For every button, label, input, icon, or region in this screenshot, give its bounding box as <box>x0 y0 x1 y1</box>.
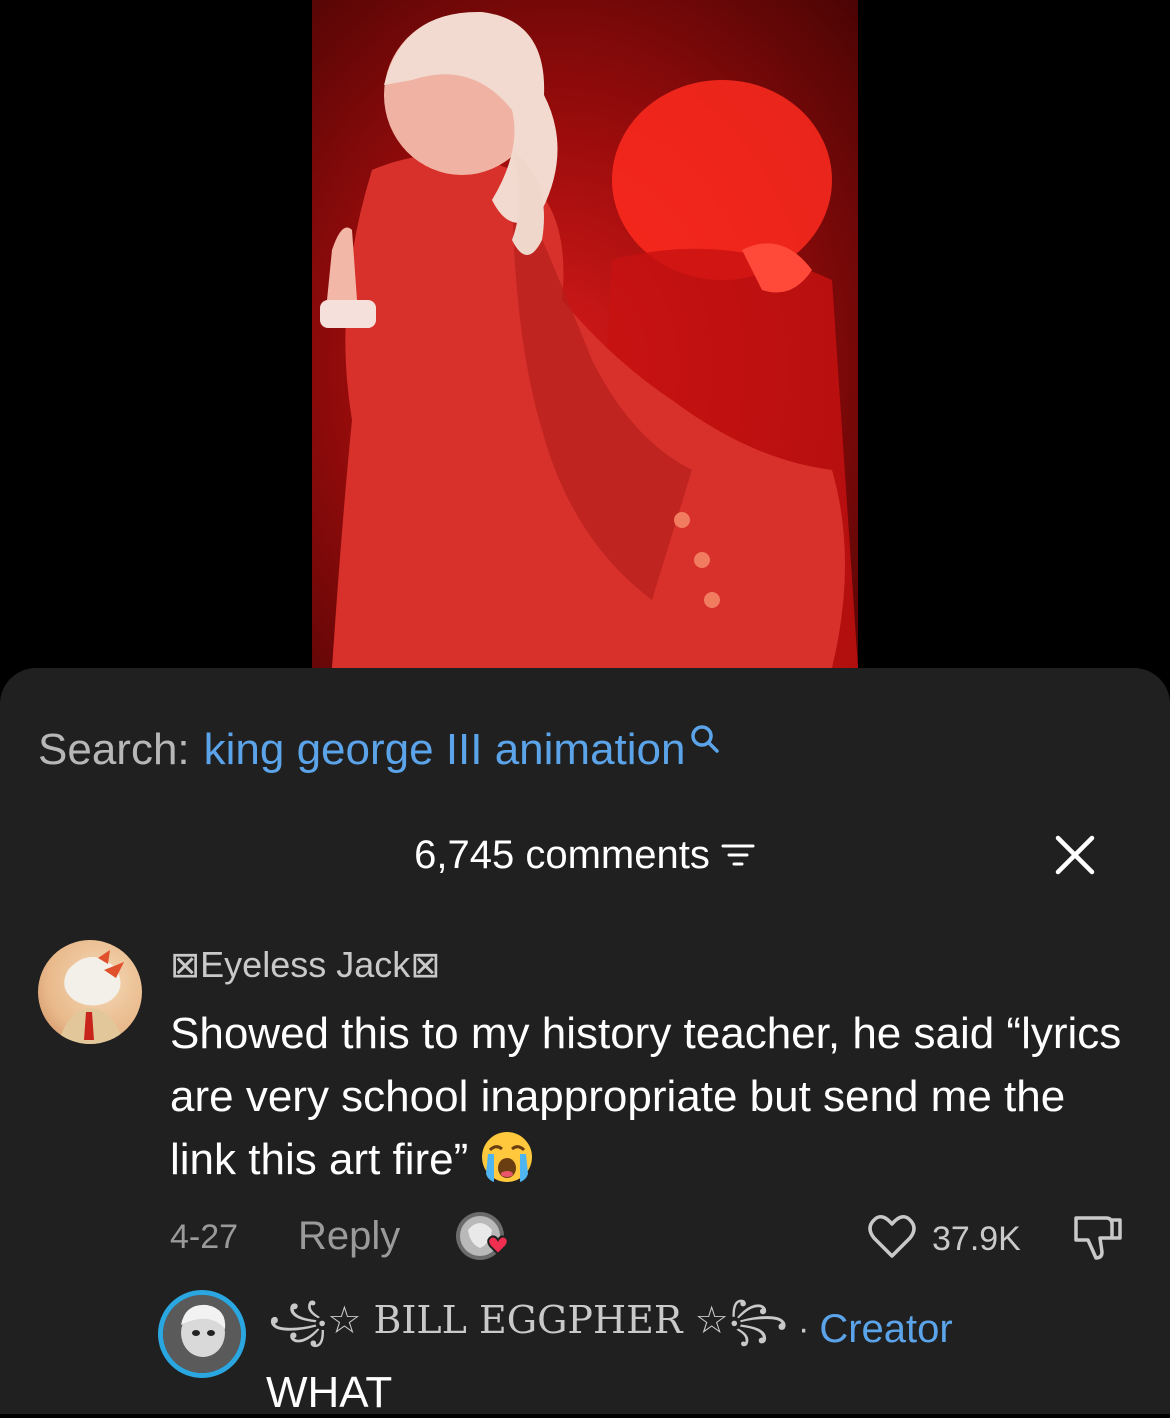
search-icon[interactable] <box>690 715 720 765</box>
search-query-link[interactable]: king george III animation <box>204 725 686 775</box>
comment-text: Showed this to my history teacher, he sa… <box>170 1002 1130 1191</box>
comments-header: 6,745 comments <box>0 830 1170 880</box>
reply-button[interactable]: Reply <box>298 1214 400 1259</box>
video-artwork[interactable] <box>312 0 858 668</box>
reply-username[interactable]: ꧁☆ BILL EGGPHER ☆꧂ <box>268 1290 788 1368</box>
creator-avatar-image <box>163 1295 241 1373</box>
close-icon[interactable] <box>1054 834 1096 876</box>
comments-count: 6,745 comments <box>414 832 710 877</box>
creator-avatar[interactable] <box>158 1290 246 1378</box>
creator-badge: Creator <box>819 1306 953 1351</box>
reply-header: ꧁☆ BILL EGGPHER ☆꧂ · Creator <box>268 1298 953 1354</box>
avatar-image <box>58 950 124 1044</box>
comment-body: Showed this to my history teacher, he sa… <box>170 1009 1122 1184</box>
comment-date: 4-27 <box>170 1218 239 1256</box>
dot-separator: · <box>798 1309 810 1348</box>
creator-liked-icon <box>454 1210 516 1264</box>
like-count: 37.9K <box>932 1220 1021 1258</box>
search-prefix: Search: <box>38 725 190 774</box>
heart-icon[interactable] <box>866 1212 918 1260</box>
comment-username[interactable]: ⊠Eyeless Jack⊠ <box>170 944 440 986</box>
artwork-illustration <box>320 11 858 668</box>
comments-sheet: Search: king george III animation 6,745 … <box>0 668 1170 1417</box>
reply-text: WHAT <box>266 1368 393 1417</box>
video-area[interactable] <box>0 0 1170 670</box>
thumbs-down-icon[interactable] <box>1070 1212 1124 1262</box>
sort-icon[interactable] <box>720 841 756 874</box>
search-suggestion[interactable]: Search: king george III animation <box>38 720 720 780</box>
avatar[interactable] <box>38 940 142 1044</box>
loudly-crying-face-icon <box>480 1130 534 1184</box>
comment-meta-row: 4-27 Reply 37.9K <box>170 1212 1130 1260</box>
